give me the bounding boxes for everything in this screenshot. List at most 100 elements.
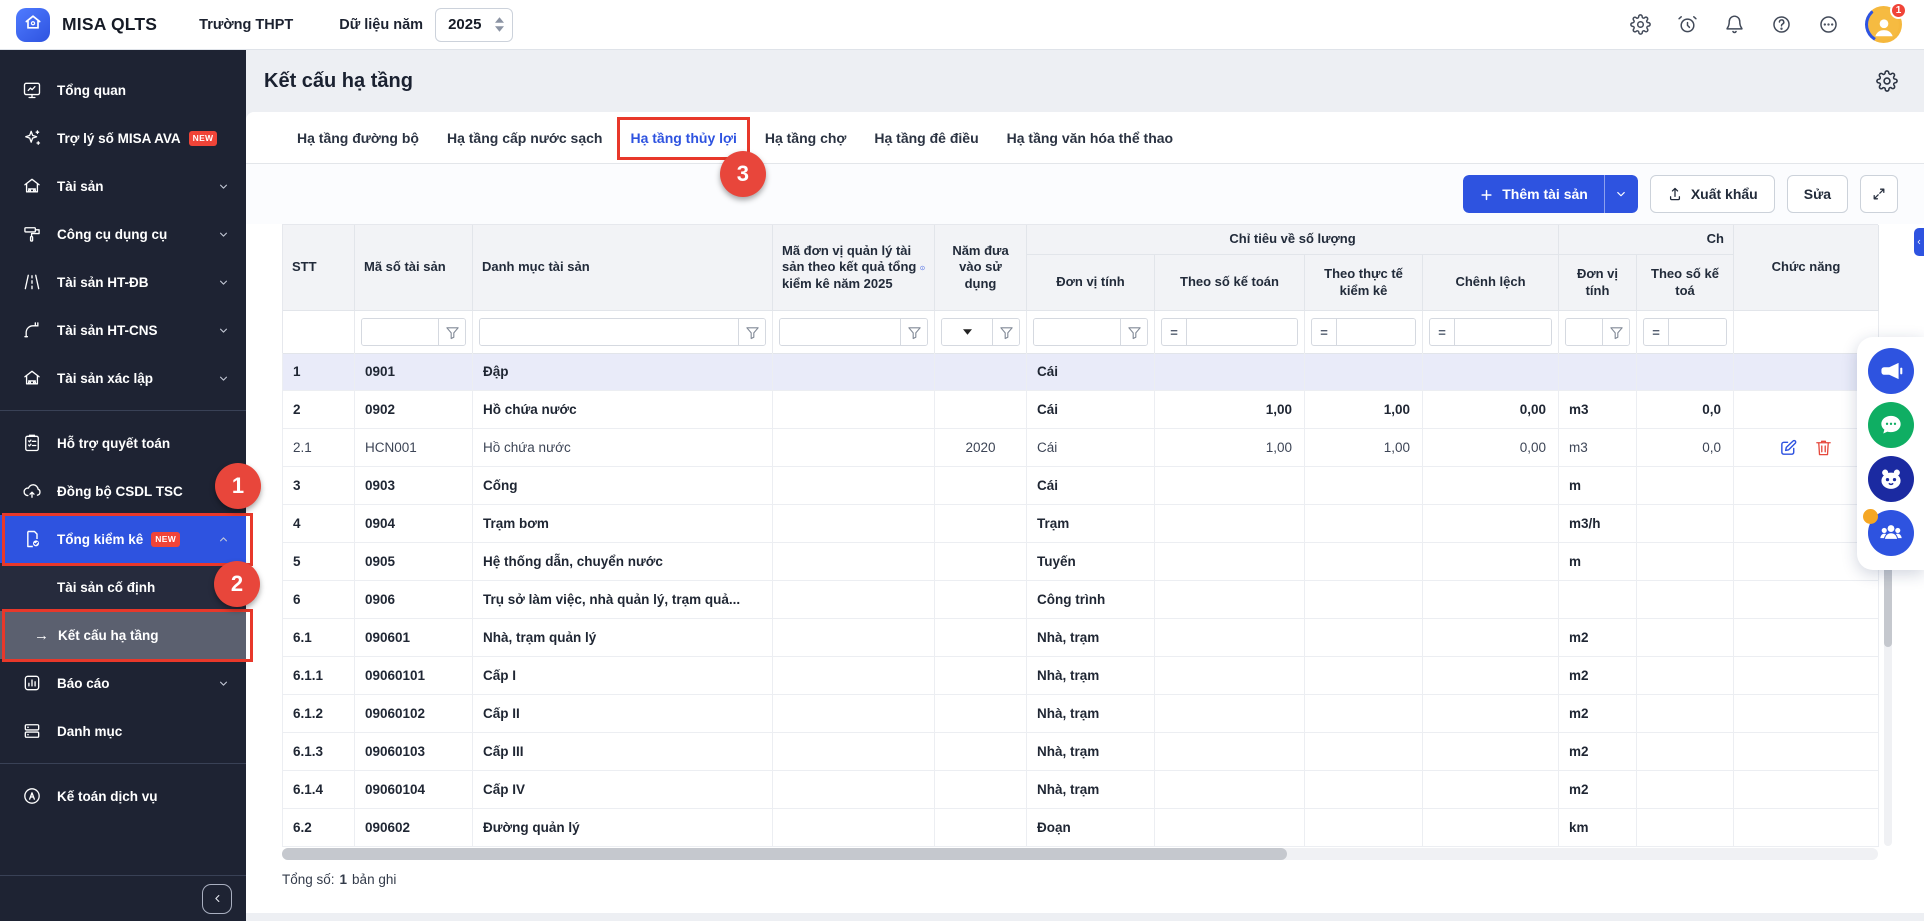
tab-ha-tang-cap-nuoc-sach[interactable]: Hạ tầng cấp nước sạch [442, 130, 607, 146]
filter-input-8[interactable] [1455, 319, 1551, 345]
cell-danh-muc-tai-san: Cấp II [473, 695, 773, 733]
cell-theo-so-ke-toa: 0,0 [1637, 429, 1734, 467]
add-asset-button[interactable]: Thêm tài sản [1463, 175, 1604, 213]
year-down-button[interactable] [495, 26, 504, 32]
app-window: MISA QLTS Trường THPT Dữ liệu năm 2025 1… [0, 0, 1924, 921]
float-chat-button[interactable] [1868, 402, 1914, 448]
table-row-6[interactable]: 60906Trụ sở làm việc, nhà quản lý, trạm … [282, 581, 1878, 619]
inventory-icon [22, 529, 42, 549]
table-row-6.1[interactable]: 6.1090601Nhà, trạm quản lýNhà, trạmm2 [282, 619, 1878, 657]
settings-button[interactable] [1630, 14, 1651, 35]
filter-year-select[interactable] [942, 319, 992, 345]
table-row-1[interactable]: 10901ĐậpCái [282, 353, 1878, 391]
filter-funnel-button[interactable] [438, 319, 465, 345]
filter-input-3[interactable] [780, 319, 900, 345]
filter-input-7[interactable] [1337, 319, 1415, 345]
sidebar-item-tong-kiem-ke[interactable]: Tổng kiểm kêNEW [0, 515, 246, 563]
sidebar-item-ho-tro-quyet-toan[interactable]: Hỗ trợ quyết toán [0, 419, 246, 467]
sidebar-item-danh-muc[interactable]: Danh mục [0, 707, 246, 755]
filter-funnel-button[interactable] [738, 319, 765, 345]
panel-toggle-arrow[interactable] [1914, 228, 1924, 256]
column-header-don-vi-tinh-5: Đơn vị tính [1027, 255, 1155, 311]
bell-button[interactable] [1724, 14, 1745, 35]
float-community-button[interactable] [1868, 510, 1914, 556]
sidebar-item-ke-toan-dich-vu[interactable]: Kế toán dịch vụ [0, 772, 246, 820]
sidebar-item-ket-cau-ha-tang[interactable]: →Kết cấu hạ tầng [0, 611, 246, 659]
asset-icon [22, 176, 42, 196]
filter-input-1[interactable] [362, 319, 438, 345]
service-icon [22, 786, 42, 806]
sidebar-item-bao-cao[interactable]: Báo cáo [0, 659, 246, 707]
tab-ha-tang-van-hoa-the-thao[interactable]: Hạ tầng văn hóa thể thao [1002, 130, 1178, 146]
cell-theo-thuc-te-kiem-ke [1305, 353, 1423, 391]
sidebar-item-tai-san-co-dinh[interactable]: Tài sản cố định [0, 563, 246, 611]
table-row-5[interactable]: 50905Hệ thống dẫn, chuyển nướcTuyếnm [282, 543, 1878, 581]
sidebar-item-dong-bo-csdl-tsc[interactable]: Đồng bộ CSDL TSC [0, 467, 246, 515]
year-stepper-buttons[interactable] [495, 17, 504, 32]
year-up-button[interactable] [495, 17, 504, 23]
tab-ha-tang-duong-bo[interactable]: Hạ tầng đường bộ [292, 130, 424, 146]
app-logo[interactable] [16, 8, 50, 42]
filter-input-2[interactable] [480, 319, 738, 345]
float-bot-button[interactable] [1868, 456, 1914, 502]
page-settings-button[interactable] [1876, 70, 1898, 92]
tab-bar: Hạ tầng đường bộ Hạ tầng cấp nước sạch Hạ … [246, 112, 1924, 164]
filter-funnel-button[interactable] [992, 319, 1019, 345]
filter-input-5[interactable] [1034, 319, 1120, 345]
table-row-6.1.4[interactable]: 6.1.409060104Cấp IVNhà, trạmm2 [282, 771, 1878, 809]
filter-input-10[interactable] [1669, 319, 1726, 345]
cell-ma-so-tai-san: HCN001 [355, 429, 473, 467]
edit-button[interactable]: Sửa [1787, 175, 1848, 213]
filter-funnel-button[interactable] [1120, 319, 1147, 345]
sidebar-item-tai-san-xac-lap[interactable]: Tài sản xác lập [0, 354, 246, 402]
filter-cell-8: = [1423, 311, 1559, 354]
table-row-3[interactable]: 30903CốngCáim [282, 467, 1878, 505]
filter-cell-7: = [1305, 311, 1423, 354]
more-button[interactable] [1818, 14, 1839, 35]
horizontal-scrollbar-thumb[interactable] [282, 848, 1287, 860]
year-spinner[interactable]: 2025 [435, 8, 513, 42]
sidebar-item-tai-san-ht-cns[interactable]: Tài sản HT-CNS [0, 306, 246, 354]
tab-ha-tang-de-dieu[interactable]: Hạ tầng đê điều [869, 130, 983, 146]
cell-theo-so-ke-toan [1155, 657, 1305, 695]
row-edit-button[interactable] [1779, 438, 1798, 457]
cell-nam-dua-vao-su-dung [935, 391, 1027, 429]
filter-funnel-button[interactable] [1602, 319, 1629, 345]
table-row-6.1.1[interactable]: 6.1.109060101Cấp INhà, trạmm2 [282, 657, 1878, 695]
export-button[interactable]: Xuất khẩu [1650, 175, 1775, 213]
sidebar-item-cong-cu-dung-cu[interactable]: Công cụ dụng cụ [0, 210, 246, 258]
cell-ma-don-vi-quan-ly-tai-san-theo-ket-qua-tong-kiem-ke-nam-2025 [773, 543, 935, 581]
cell-ma-so-tai-san: 090602 [355, 809, 473, 847]
table-row-2[interactable]: 20902Hồ chứa nướcCái1,001,000,00m30,0 [282, 391, 1878, 429]
grid-footer: Tổng số: 1 bản ghi [246, 859, 1924, 913]
table-row-6.1.2[interactable]: 6.1.209060102Cấp IINhà, trạmm2 [282, 695, 1878, 733]
user-avatar[interactable]: 1 [1865, 6, 1902, 43]
sidebar-item-tro-ly-so-misa-ava[interactable]: Trợ lý số MISA AVANEW [0, 114, 246, 162]
filter-input-6[interactable] [1187, 319, 1297, 345]
cell-don-vi-tinh: Nhà, trạm [1027, 695, 1155, 733]
tab-ha-tang-cho[interactable]: Hạ tầng chợ [760, 130, 852, 146]
sidebar-item-tong-quan[interactable]: Tổng quan [0, 66, 246, 114]
filter-funnel-button[interactable] [900, 319, 927, 345]
table-row-2.1[interactable]: 2.1HCN001Hồ chứa nước2020Cái1,001,000,00… [282, 429, 1878, 467]
arrow-right-icon: → [34, 627, 49, 644]
filter-group [779, 318, 928, 346]
table-row-4[interactable]: 40904Trạm bơmTrạmm3/h [282, 505, 1878, 543]
row-delete-button[interactable] [1814, 438, 1833, 457]
table-row-6.2[interactable]: 6.2090602Đường quản lýĐoạnkm [282, 809, 1878, 847]
bell-icon [1724, 14, 1745, 35]
filter-input-9[interactable] [1566, 319, 1602, 345]
float-assistant-button[interactable] [1868, 348, 1914, 394]
tab-ha-tang-thuy-loi[interactable]: Hạ tầng thủy lợi3 [625, 130, 741, 146]
cell-theo-so-ke-toan [1155, 505, 1305, 543]
expand-button[interactable] [1860, 175, 1898, 213]
horizontal-scrollbar[interactable] [282, 848, 1878, 860]
sidebar-item-tai-san[interactable]: Tài sản [0, 162, 246, 210]
sidebar-item-tai-san-ht-db[interactable]: Tài sản HT-ĐB [0, 258, 246, 306]
table-row-6.1.3[interactable]: 6.1.309060103Cấp IIINhà, trạmm2 [282, 733, 1878, 771]
cell-danh-muc-tai-san: Cấp IV [473, 771, 773, 809]
alarm-button[interactable] [1677, 14, 1698, 35]
add-asset-dropdown-button[interactable] [1604, 175, 1638, 213]
sidebar-collapse-button[interactable] [202, 884, 232, 914]
help-button[interactable] [1771, 14, 1792, 35]
